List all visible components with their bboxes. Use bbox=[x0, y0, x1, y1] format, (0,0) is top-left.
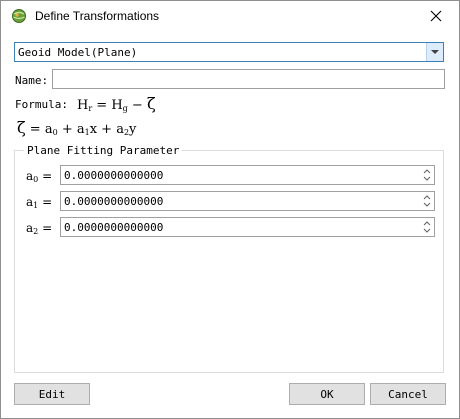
param-a1-value: 0.0000000000000 bbox=[64, 195, 164, 208]
define-transformations-dialog: Define Transformations Geoid Model(Plane… bbox=[0, 0, 460, 419]
spin-up-down-icon bbox=[423, 195, 431, 207]
plane-expression: ζ = a0 + a1x + a2y bbox=[17, 118, 137, 137]
model-select-value: Geoid Model(Plane) bbox=[18, 46, 138, 59]
chevron-down-icon bbox=[431, 49, 439, 54]
name-input[interactable] bbox=[52, 69, 445, 89]
dropdown-button[interactable] bbox=[426, 43, 443, 61]
spin-arrows[interactable] bbox=[422, 193, 432, 209]
spin-up-down-icon bbox=[423, 169, 431, 181]
model-select[interactable]: Geoid Model(Plane) bbox=[14, 42, 444, 62]
formula-label: Formula: bbox=[15, 98, 68, 111]
formula-expression: Hr = Hg − ζ bbox=[77, 94, 156, 113]
param-a1-spinbox[interactable]: 0.0000000000000 bbox=[60, 191, 435, 211]
spin-arrows[interactable] bbox=[422, 219, 432, 235]
param-a1-label: a1 = bbox=[26, 195, 53, 210]
edit-button[interactable]: Edit bbox=[14, 383, 90, 405]
close-icon bbox=[430, 10, 442, 22]
param-a0-label: a0 = bbox=[26, 169, 53, 184]
globe-app-icon bbox=[11, 8, 27, 24]
param-a0-spinbox[interactable]: 0.0000000000000 bbox=[60, 165, 435, 185]
spin-arrows[interactable] bbox=[422, 167, 432, 183]
cancel-button[interactable]: Cancel bbox=[370, 383, 446, 405]
ok-button[interactable]: OK bbox=[289, 383, 365, 405]
param-a2-value: 0.0000000000000 bbox=[64, 221, 164, 234]
group-title: Plane Fitting Parameter bbox=[24, 144, 183, 157]
param-a2-spinbox[interactable]: 0.0000000000000 bbox=[60, 217, 435, 237]
spin-up-down-icon bbox=[423, 221, 431, 233]
title-bar: Define Transformations bbox=[1, 1, 459, 31]
close-button[interactable] bbox=[413, 1, 459, 31]
param-a0-value: 0.0000000000000 bbox=[64, 169, 164, 182]
window-title: Define Transformations bbox=[35, 9, 160, 23]
param-a2-label: a2 = bbox=[26, 221, 53, 236]
name-label: Name: bbox=[15, 74, 49, 87]
